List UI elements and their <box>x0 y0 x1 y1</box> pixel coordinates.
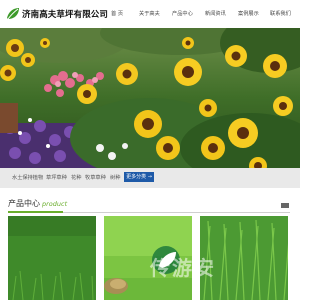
hero-banner[interactable] <box>0 28 300 168</box>
lawn-photo-1 <box>8 216 96 300</box>
nav-products[interactable]: 产品中心 <box>172 10 193 17</box>
product-section-title: 产品中心 product <box>8 198 67 209</box>
sunflower-garden-image <box>0 28 300 168</box>
nav-news[interactable]: 新闻资讯 <box>205 10 226 17</box>
nav-cases[interactable]: 案例展示 <box>238 10 259 17</box>
section-divider-accent <box>8 211 63 213</box>
tag-lawn-seeds[interactable]: 草坪草种 <box>46 174 67 181</box>
product-card-1[interactable] <box>8 216 96 300</box>
site-header: 济南高夫草坪有限公司 首 页 关于高夫 产品中心 新闻资讯 案例展示 联系我们 <box>0 0 300 28</box>
tag-tree-seeds[interactable]: 树种 <box>110 174 120 181</box>
more-arrow-icon[interactable] <box>281 203 289 208</box>
nav-about[interactable]: 关于高夫 <box>139 10 160 17</box>
tag-soil-plants[interactable]: 水土保持植物 <box>12 174 43 181</box>
product-title-en: product <box>42 200 68 208</box>
nav-contact[interactable]: 联系我们 <box>270 10 291 17</box>
main-nav: 首 页 关于高夫 产品中心 新闻资讯 案例展示 联系我们 <box>0 0 300 28</box>
product-title-zh: 产品中心 <box>8 199 40 208</box>
tag-forage-seeds[interactable]: 牧草草种 <box>85 174 106 181</box>
tag-flower-seeds[interactable]: 花种 <box>71 174 81 181</box>
more-categories-button[interactable]: 更多分类 → <box>124 172 154 182</box>
nav-home[interactable]: 首 页 <box>111 10 123 17</box>
category-tag-bar: 水土保持植物 草坪草种 花种 牧草草种 树种 更多分类 → <box>0 168 300 188</box>
watermark: 传游安 <box>150 256 216 280</box>
